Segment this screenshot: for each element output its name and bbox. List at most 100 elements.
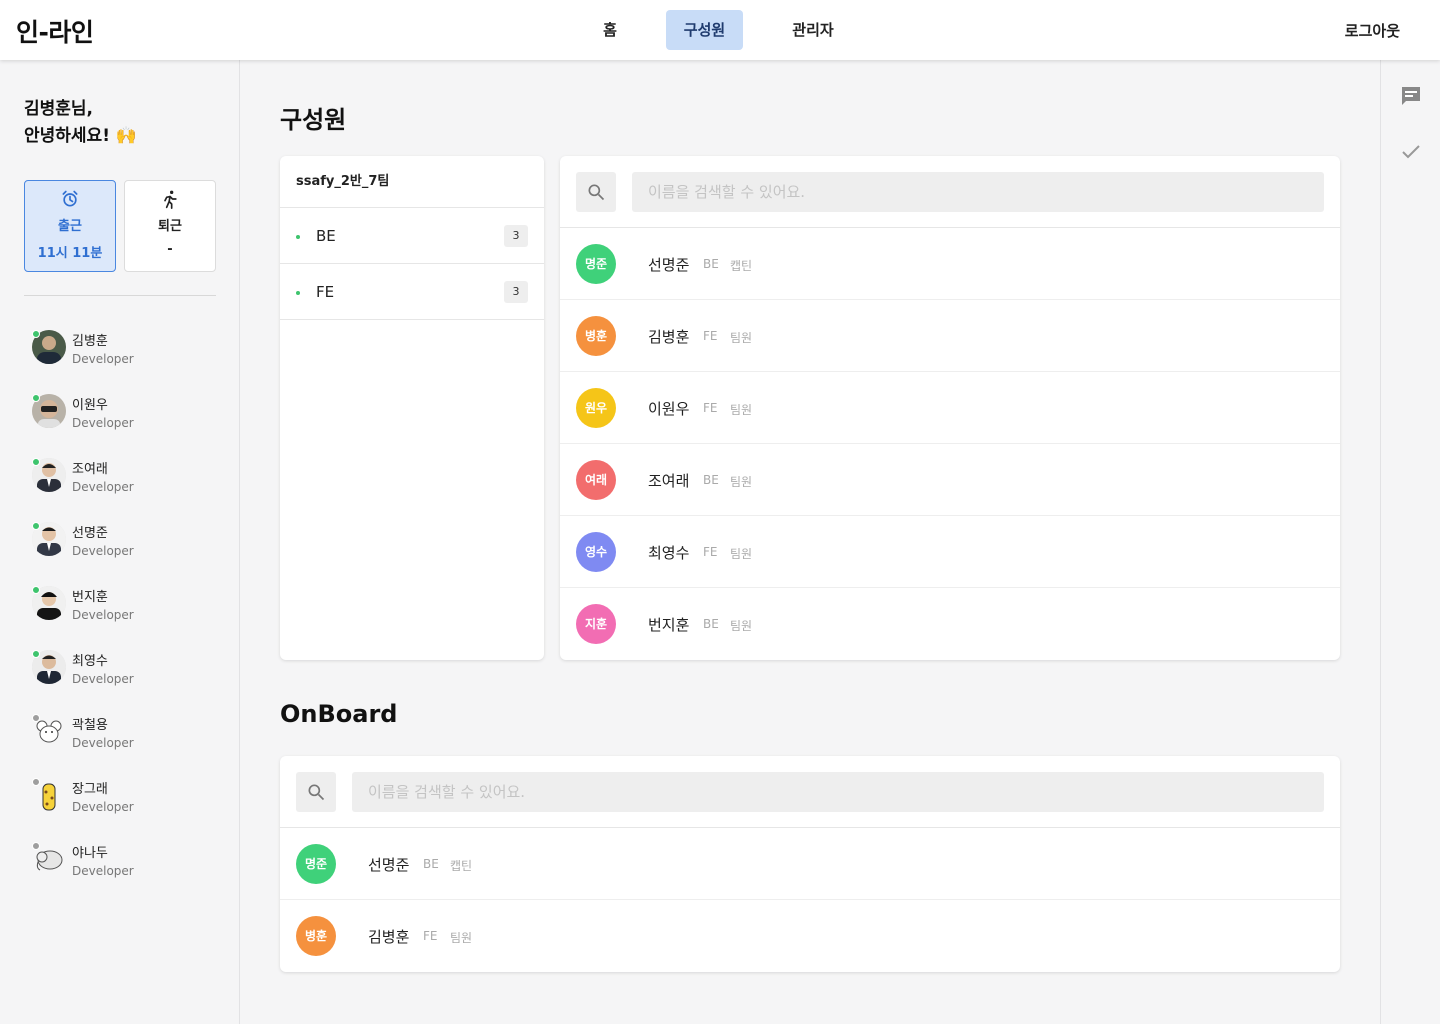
people-list-item[interactable]: 김병훈 Developer xyxy=(32,326,222,390)
member-row[interactable]: 영수 최영수 FE 팀원 xyxy=(560,516,1340,588)
member-row[interactable]: 지훈 번지훈 BE 팀원 xyxy=(560,588,1340,660)
people-list: 김병훈 Developer 이원우 Developer 조여래 Develope… xyxy=(32,326,222,902)
person-name: 야나두 xyxy=(72,846,108,861)
check-out-time: - xyxy=(167,242,173,257)
person-name: 조여래 xyxy=(72,462,108,477)
people-list-item[interactable]: 조여래 Developer xyxy=(32,454,222,518)
online-status-dot xyxy=(32,522,40,530)
top-nav-bar: 인-라인 홈 구성원 관리자 로그아웃 xyxy=(0,0,1440,60)
member-row[interactable]: 명준 선명준 BE 캡틴 xyxy=(280,828,1340,900)
member-team: BE xyxy=(703,617,719,631)
team-name[interactable]: ssafy_2반_7팀 xyxy=(280,156,544,208)
member-row[interactable]: 원우 이원우 FE 팀원 xyxy=(560,372,1340,444)
person-name: 김병훈 xyxy=(72,334,108,349)
person-role: Developer xyxy=(72,672,134,686)
people-list-item[interactable]: 번지훈 Developer xyxy=(32,582,222,646)
search-button[interactable] xyxy=(576,172,616,212)
member-avatar-badge: 영수 xyxy=(576,532,616,572)
team-item-label: BE xyxy=(316,227,336,245)
people-list-item[interactable]: 야나두 Developer xyxy=(32,838,222,902)
onboard-member-list: 명준 선명준 BE 캡틴 병훈 김병훈 FE 팀원 xyxy=(280,828,1340,972)
team-status-dot xyxy=(296,235,300,239)
nav-home[interactable]: 홈 xyxy=(578,10,642,50)
offline-status-dot xyxy=(32,778,40,786)
member-avatar-badge: 여래 xyxy=(576,460,616,500)
people-list-item[interactable]: 최영수 Developer xyxy=(32,646,222,710)
check-out-label: 퇴근 xyxy=(158,219,182,234)
member-avatar-badge: 지훈 xyxy=(576,604,616,644)
member-team: FE xyxy=(703,329,718,343)
member-name: 김병훈 xyxy=(648,328,690,346)
member-avatar-badge: 명준 xyxy=(296,844,336,884)
member-name: 이원우 xyxy=(648,400,690,418)
member-role: 팀원 xyxy=(730,475,753,489)
people-list-item[interactable]: 선명준 Developer xyxy=(32,518,222,582)
member-list: 명준 선명준 BE 캡틴 병훈 김병훈 FE 팀원 원우 이원우 FE 팀원 여래 조여래 BE 팀원 영수 최영… xyxy=(560,228,1340,660)
team-item-label: FE xyxy=(316,283,335,301)
member-role: 팀원 xyxy=(730,619,753,633)
online-status-dot xyxy=(32,586,40,594)
online-status-dot xyxy=(32,394,40,402)
member-avatar-badge: 병훈 xyxy=(576,316,616,356)
member-role: 팀원 xyxy=(730,403,753,417)
member-name: 조여래 xyxy=(648,472,690,490)
person-role: Developer xyxy=(72,608,134,622)
member-row[interactable]: 명준 선명준 BE 캡틴 xyxy=(560,228,1340,300)
member-role: 캡틴 xyxy=(730,259,753,273)
member-row[interactable]: 병훈 김병훈 FE 팀원 xyxy=(280,900,1340,972)
member-row[interactable]: 병훈 김병훈 FE 팀원 xyxy=(560,300,1340,372)
person-role: Developer xyxy=(72,800,134,814)
online-status-dot xyxy=(32,330,40,338)
right-rail xyxy=(1380,60,1440,1024)
search-icon xyxy=(308,784,325,801)
team-list-card: ssafy_2반_7팀 BE 3 FE 3 xyxy=(280,156,544,660)
nav-members[interactable]: 구성원 xyxy=(666,10,743,50)
onboard-section-title: OnBoard xyxy=(280,700,398,728)
nav-admin[interactable]: 관리자 xyxy=(776,10,850,50)
person-role: Developer xyxy=(72,352,134,366)
greeting: 김병훈님, 안녕하세요! 🙌 xyxy=(24,96,137,150)
member-list-card: 명준선명준BE캡틴병훈김병훈FE팀원원우이원우FE팀원여래조여래BE팀원영수최영… xyxy=(560,156,1340,660)
person-name: 이원우 xyxy=(72,398,108,413)
search-button[interactable] xyxy=(296,772,336,812)
alarm-clock-icon xyxy=(25,189,115,209)
member-row[interactable]: 여래 조여래 BE 팀원 xyxy=(560,444,1340,516)
person-role: Developer xyxy=(72,480,134,494)
check-in-time: 11시 11분 xyxy=(37,246,103,261)
team-item-be[interactable]: BE 3 xyxy=(280,208,544,264)
member-role: 팀원 xyxy=(730,331,753,345)
online-status-dot xyxy=(32,458,40,466)
member-name: 김병훈 xyxy=(368,928,410,946)
person-name: 번지훈 xyxy=(72,590,108,605)
people-list-item[interactable]: 이원우 Developer xyxy=(32,390,222,454)
team-item-fe[interactable]: FE 3 xyxy=(280,264,544,320)
people-list-item[interactable]: 곽철용 Developer xyxy=(32,710,222,774)
person-role: Developer xyxy=(72,416,134,430)
member-search-input[interactable] xyxy=(632,172,1324,212)
people-list-item[interactable]: 장그래 Developer xyxy=(32,774,222,838)
person-name: 장그래 xyxy=(72,782,108,797)
member-avatar-badge: 병훈 xyxy=(296,916,336,956)
app-logo[interactable]: 인-라인 xyxy=(16,13,94,49)
running-person-icon xyxy=(125,189,215,209)
online-status-dot xyxy=(32,650,40,658)
check-out-button[interactable]: 퇴근 - xyxy=(124,180,216,272)
member-team: FE xyxy=(703,545,718,559)
greeting-hello: 안녕하세요! 🙌 xyxy=(24,126,138,146)
member-avatar-badge: 원우 xyxy=(576,388,616,428)
person-name: 곽철용 xyxy=(72,718,108,733)
left-sidebar: 김병훈님, 안녕하세요! 🙌 출근 11시 11분 퇴근 - 김병훈 Devel… xyxy=(0,60,240,1024)
members-section-title: 구성원 xyxy=(280,106,347,134)
onboard-card: 명준 선명준 BE 캡틴병훈 김병훈 FE 팀원 xyxy=(280,756,1340,972)
person-name: 선명준 xyxy=(72,526,108,541)
chat-icon[interactable] xyxy=(1399,84,1423,108)
member-role: 팀원 xyxy=(450,931,473,945)
person-role: Developer xyxy=(72,864,134,878)
check-in-button[interactable]: 출근 11시 11분 xyxy=(24,180,116,272)
check-icon[interactable] xyxy=(1399,140,1423,164)
person-role: Developer xyxy=(72,544,134,558)
onboard-search-input[interactable] xyxy=(352,772,1324,812)
sidebar-divider xyxy=(24,295,216,296)
logout-button[interactable]: 로그아웃 xyxy=(1345,20,1400,41)
person-name: 최영수 xyxy=(72,654,108,669)
